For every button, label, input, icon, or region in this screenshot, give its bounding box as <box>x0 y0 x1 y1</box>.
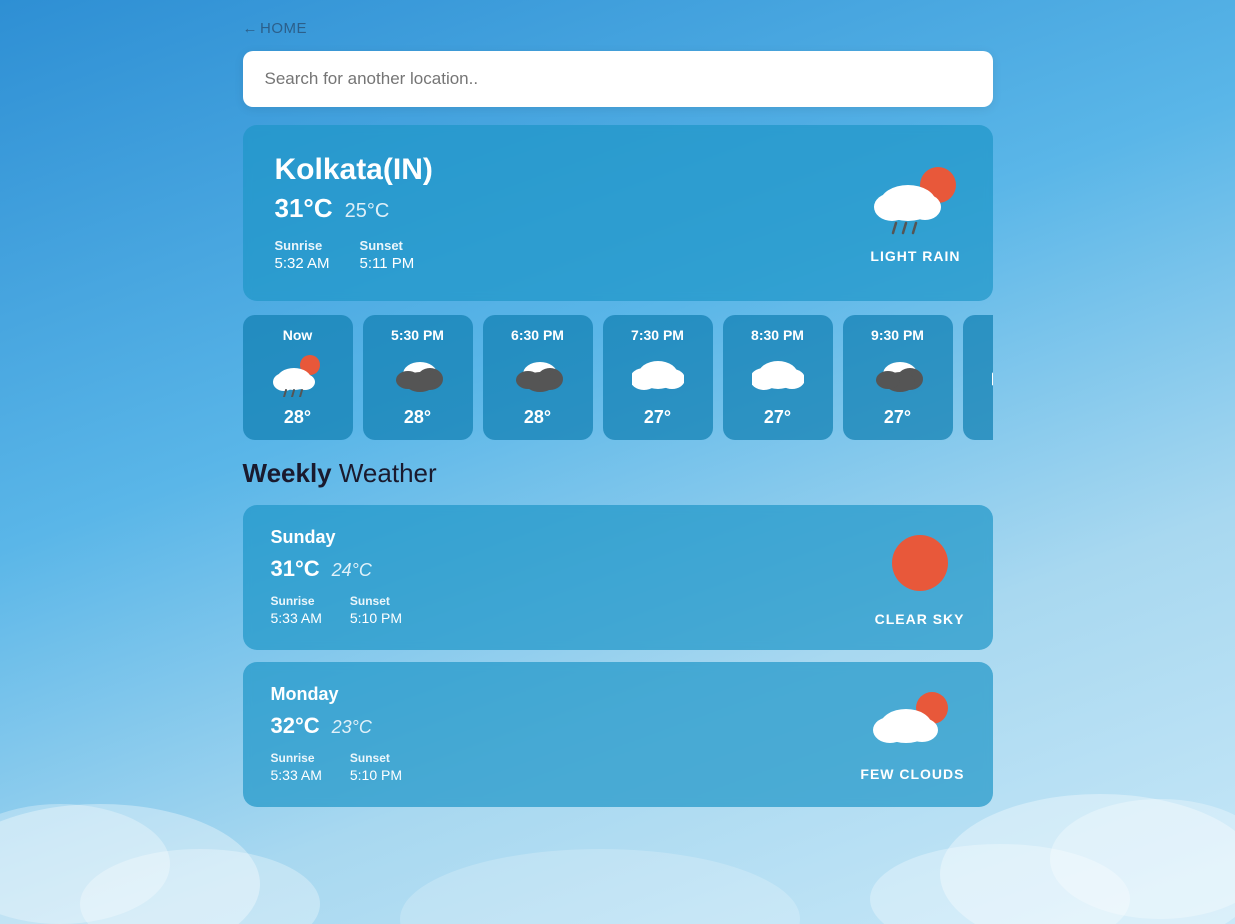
sunrise-info: Sunrise 5:32 AM <box>275 238 330 273</box>
current-condition-label: LIGHT RAIN <box>870 248 960 264</box>
day-sunset: Sunset 5:10 PM <box>350 594 402 628</box>
hour-card: Now 28° <box>243 315 353 440</box>
day-card-icon-area: CLEAR SKY <box>875 528 965 627</box>
hour-icon <box>853 351 943 399</box>
hour-time: 9:30 PM <box>853 327 943 343</box>
weekly-weather-list: Sunday 31°C 24°C Sunrise 5:33 AM Sunset … <box>243 505 993 807</box>
hour-time: 6:30 PM <box>493 327 583 343</box>
day-condition-label: FEW CLOUDS <box>860 766 964 782</box>
current-weather-icon-area: LIGHT RAIN <box>870 163 960 264</box>
hour-time: 5:30 PM <box>373 327 463 343</box>
hour-time: 8:30 PM <box>733 327 823 343</box>
weekly-bold: Weekly <box>243 458 332 488</box>
home-link[interactable]: HOME <box>243 20 308 37</box>
hour-icon <box>493 351 583 399</box>
current-weather-info: Kolkata(IN) 31°C 25°C Sunrise 5:32 AM Su… <box>275 153 433 273</box>
day-card: Sunday 31°C 24°C Sunrise 5:33 AM Sunset … <box>243 505 993 650</box>
day-sunset: Sunset 5:10 PM <box>350 751 402 785</box>
day-sun-info: Sunrise 5:33 AM Sunset 5:10 PM <box>271 594 403 628</box>
day-sunset-value: 5:10 PM <box>350 767 402 783</box>
hour-icon <box>253 351 343 399</box>
hour-card: 6:30 PM 28° <box>483 315 593 440</box>
day-sunset-value: 5:10 PM <box>350 610 402 626</box>
hour-card: 5:30 PM 28° <box>363 315 473 440</box>
hour-temp: 26° <box>973 407 993 428</box>
current-temp-secondary: 25°C <box>345 200 390 223</box>
hour-card: 7:30 PM 27° <box>603 315 713 440</box>
day-sunrise-label: Sunrise <box>271 751 322 765</box>
day-condition-label: CLEAR SKY <box>875 611 965 627</box>
day-card-icon-area: FEW CLOUDS <box>860 688 964 782</box>
day-temps: 32°C 23°C <box>271 713 403 739</box>
day-temp-main: 32°C <box>271 713 320 739</box>
hour-icon <box>373 351 463 399</box>
hourly-forecast-row: Now 28° 5:30 PM 28° 6:30 PM 28° <box>243 315 993 440</box>
hour-icon <box>973 351 993 399</box>
sunrise-label: Sunrise <box>275 238 330 253</box>
day-sunset-label: Sunset <box>350 594 402 608</box>
day-sunrise: Sunrise 5:33 AM <box>271 751 322 785</box>
hour-temp: 27° <box>613 407 703 428</box>
hour-temp: 28° <box>253 407 343 428</box>
day-sunrise: Sunrise 5:33 AM <box>271 594 322 628</box>
hour-card: 10:30 26° <box>963 315 993 440</box>
hour-icon <box>733 351 823 399</box>
sunset-label: Sunset <box>360 238 415 253</box>
day-weather-icon <box>875 528 965 603</box>
day-card: Monday 32°C 23°C Sunrise 5:33 AM Sunset … <box>243 662 993 807</box>
current-temps: 31°C 25°C <box>275 193 433 224</box>
hour-temp: 28° <box>493 407 583 428</box>
city-name: Kolkata(IN) <box>275 153 433 187</box>
hour-temp: 27° <box>853 407 943 428</box>
day-name: Monday <box>271 684 403 705</box>
light-rain-icon <box>870 163 960 235</box>
hour-icon <box>613 351 703 399</box>
day-temps: 31°C 24°C <box>271 556 403 582</box>
current-weather-card: Kolkata(IN) 31°C 25°C Sunrise 5:32 AM Su… <box>243 125 993 301</box>
day-sun-info: Sunrise 5:33 AM Sunset 5:10 PM <box>271 751 403 785</box>
sunrise-value: 5:32 AM <box>275 255 330 272</box>
day-sunrise-value: 5:33 AM <box>271 767 322 783</box>
sunset-value: 5:11 PM <box>360 255 415 272</box>
current-temp-main: 31°C <box>275 193 333 224</box>
day-sunrise-label: Sunrise <box>271 594 322 608</box>
current-sun-info: Sunrise 5:32 AM Sunset 5:11 PM <box>275 238 433 273</box>
search-input[interactable] <box>243 51 993 107</box>
day-weather-icon <box>860 688 964 758</box>
weekly-weather-title: Weekly Weather <box>243 458 993 489</box>
hour-time: 7:30 PM <box>613 327 703 343</box>
sunset-info: Sunset 5:11 PM <box>360 238 415 273</box>
hour-temp: 27° <box>733 407 823 428</box>
hour-card: 9:30 PM 27° <box>843 315 953 440</box>
day-name: Sunday <box>271 527 403 548</box>
hour-temp: 28° <box>373 407 463 428</box>
day-temp-secondary: 24°C <box>332 560 372 581</box>
hour-card: 8:30 PM 27° <box>723 315 833 440</box>
hour-time: 10:30 <box>973 327 993 343</box>
day-sunset-label: Sunset <box>350 751 402 765</box>
day-temp-secondary: 23°C <box>332 717 372 738</box>
day-card-info: Monday 32°C 23°C Sunrise 5:33 AM Sunset … <box>271 684 403 785</box>
day-temp-main: 31°C <box>271 556 320 582</box>
day-sunrise-value: 5:33 AM <box>271 610 322 626</box>
day-card-info: Sunday 31°C 24°C Sunrise 5:33 AM Sunset … <box>271 527 403 628</box>
hour-time: Now <box>253 327 343 343</box>
weekly-normal: Weather <box>332 458 437 488</box>
